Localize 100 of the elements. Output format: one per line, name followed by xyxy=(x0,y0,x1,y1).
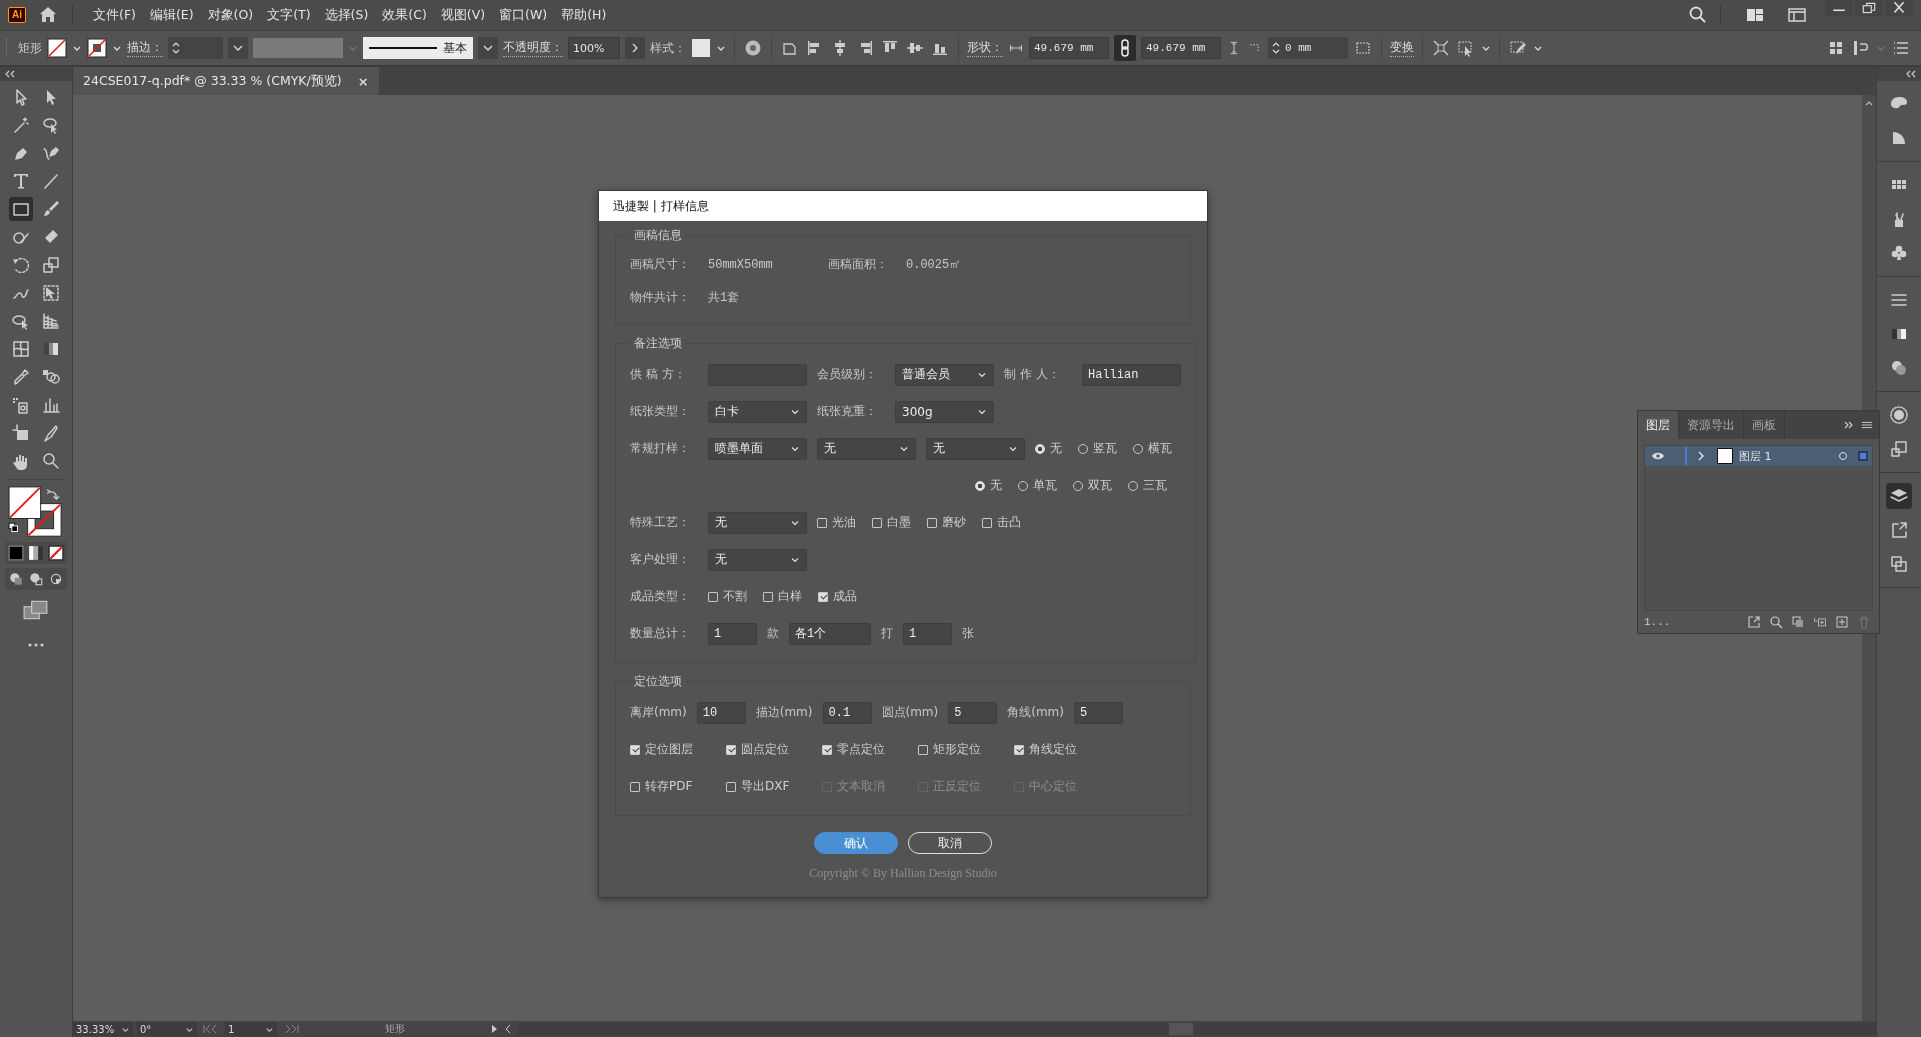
checkbox[interactable]: 磨砂 xyxy=(927,514,966,531)
dropdown[interactable]: 普通会员 xyxy=(895,363,994,386)
color-swatch-icon[interactable] xyxy=(7,544,25,562)
collapse-icon[interactable] xyxy=(4,70,16,78)
fill-stroke-swatches-icon[interactable] xyxy=(8,486,64,538)
window-layout-icon[interactable] xyxy=(1787,5,1807,25)
checkbox[interactable]: 矩形定位 xyxy=(918,741,1008,758)
none-swatch-icon[interactable] xyxy=(47,544,65,562)
scroll-left-icon[interactable] xyxy=(503,1024,513,1034)
radio-button[interactable]: 双瓦 xyxy=(1073,477,1112,494)
caret-icon[interactable] xyxy=(478,37,498,59)
text-field[interactable]: Hallian xyxy=(1082,363,1181,386)
menu-item[interactable]: 文字(T) xyxy=(261,6,317,24)
menu-item[interactable]: 对象(O) xyxy=(201,6,260,24)
menu-item[interactable]: 编辑(E) xyxy=(143,6,200,24)
export-icon[interactable] xyxy=(1747,615,1761,629)
checkbox[interactable]: 导出DXF xyxy=(726,778,816,795)
text-field[interactable]: 0.1 xyxy=(822,701,872,724)
checkbox[interactable]: 角线定位 xyxy=(1014,741,1104,758)
chevron-right-icon[interactable] xyxy=(625,37,645,59)
link-icon[interactable] xyxy=(1114,35,1136,61)
opacity-label[interactable]: 不透明度： xyxy=(503,39,563,57)
checkbox[interactable]: 不割 xyxy=(708,588,747,605)
target-circle-icon[interactable] xyxy=(1838,451,1848,461)
close-tab-button[interactable]: × xyxy=(357,73,369,89)
home-icon[interactable] xyxy=(38,5,58,25)
play-icon[interactable] xyxy=(489,1024,499,1034)
radio-button[interactable]: 竖瓦 xyxy=(1078,440,1117,457)
collapse-icon[interactable] xyxy=(1905,70,1917,78)
checkbox[interactable]: 成品 xyxy=(818,588,857,605)
transform-label[interactable]: 变换 xyxy=(1390,39,1414,57)
rectangle-icon[interactable] xyxy=(9,197,33,221)
text-field[interactable]: 1 xyxy=(903,622,952,645)
panel-tab[interactable]: 画板 xyxy=(1744,411,1785,439)
search-icon[interactable] xyxy=(1688,5,1708,25)
checkbox[interactable]: 定位图层 xyxy=(630,741,720,758)
checkbox[interactable]: 击凸 xyxy=(982,514,1021,531)
stroke-weight-field[interactable] xyxy=(168,37,223,59)
scroll-up-icon[interactable] xyxy=(1864,99,1874,107)
chevron-right-icon[interactable] xyxy=(1697,451,1705,461)
dropdown[interactable]: 白卡 xyxy=(708,400,807,423)
dropdown[interactable]: 无 xyxy=(926,437,1025,460)
menu-item[interactable]: 选择(S) xyxy=(318,6,375,24)
draw-normal-icon[interactable] xyxy=(7,570,25,588)
opacity-field[interactable]: 100% xyxy=(568,37,620,59)
shape-label[interactable]: 形状： xyxy=(967,39,1003,57)
checkbox[interactable]: 圆点定位 xyxy=(726,741,816,758)
app-logo[interactable]: Ai xyxy=(8,7,26,23)
restore-icon[interactable] xyxy=(1855,0,1883,16)
close-icon[interactable] xyxy=(1885,0,1913,16)
radio-button[interactable]: 单瓦 xyxy=(1018,477,1057,494)
screen-mode-icon[interactable] xyxy=(23,600,49,620)
menu-item[interactable]: 视图(V) xyxy=(434,6,492,24)
expand-icon[interactable] xyxy=(1843,420,1855,430)
dropdown[interactable]: 喷墨单面 xyxy=(708,437,807,460)
height-field[interactable]: 49.679 mm xyxy=(1141,37,1221,59)
checkbox[interactable]: 光油 xyxy=(817,514,856,531)
style-swatch-icon[interactable] xyxy=(691,38,711,58)
layer-row[interactable]: 图层 1 xyxy=(1645,446,1872,466)
text-field[interactable]: 5 xyxy=(1074,701,1123,724)
menu-item[interactable]: 文件(F) xyxy=(87,6,142,24)
radio-button[interactable]: 无 xyxy=(975,477,1002,494)
text-field[interactable]: 5 xyxy=(948,701,998,724)
checkbox[interactable]: 白墨 xyxy=(872,514,911,531)
stroke-label[interactable]: 描边： xyxy=(127,39,163,57)
menu-item[interactable]: 帮助(H) xyxy=(555,6,613,24)
more-icon[interactable] xyxy=(26,642,46,648)
radio-button[interactable]: 横瓦 xyxy=(1133,440,1172,457)
new-sublayer-icon[interactable] xyxy=(1813,615,1827,629)
dropdown[interactable]: 无 xyxy=(708,511,807,534)
stroke-swatch-icon[interactable] xyxy=(87,38,107,58)
isolate-icon[interactable] xyxy=(1431,38,1451,58)
zoom-dropdown[interactable]: 33.33% xyxy=(73,1022,133,1036)
menu-item[interactable]: 窗口(W) xyxy=(493,6,554,24)
panel-tab[interactable]: 图层 xyxy=(1638,411,1679,439)
text-field[interactable]: 10 xyxy=(696,701,746,724)
new-layer-icon[interactable] xyxy=(1835,615,1849,629)
eye-icon[interactable] xyxy=(1651,451,1665,461)
clipping-mask-icon[interactable] xyxy=(1791,615,1805,629)
checkbox[interactable]: 零点定位 xyxy=(822,741,912,758)
search-icon[interactable] xyxy=(1769,615,1783,629)
document-tab[interactable]: 24CSE017-q.pdf* @ 33.33 % (CMYK/预览) × xyxy=(73,67,379,95)
text-field[interactable]: 各1个 xyxy=(789,622,871,645)
menu-item[interactable]: 效果(C) xyxy=(376,6,433,24)
draw-behind-icon[interactable] xyxy=(27,570,45,588)
rotation-dropdown[interactable]: 0° xyxy=(137,1022,197,1036)
dropdown[interactable]: 300g xyxy=(895,400,994,423)
corner-radius-field[interactable]: 0 mm xyxy=(1268,37,1348,59)
radio-button[interactable]: 三瓦 xyxy=(1128,477,1167,494)
text-field[interactable]: 1 xyxy=(708,622,757,645)
panel-toggle-icon[interactable] xyxy=(1851,38,1871,58)
caret-icon[interactable] xyxy=(228,37,248,59)
dropdown[interactable]: 无 xyxy=(817,437,916,460)
layers-icon[interactable] xyxy=(1886,483,1912,509)
checkbox[interactable]: 白样 xyxy=(763,588,802,605)
fill-swatch-icon[interactable] xyxy=(47,38,67,58)
dropdown[interactable]: 无 xyxy=(708,548,807,571)
brush-style-field[interactable]: 基本 xyxy=(363,37,473,59)
radio-button[interactable]: 无 xyxy=(1035,440,1062,457)
panel-tab[interactable]: 资源导出 xyxy=(1679,411,1744,439)
